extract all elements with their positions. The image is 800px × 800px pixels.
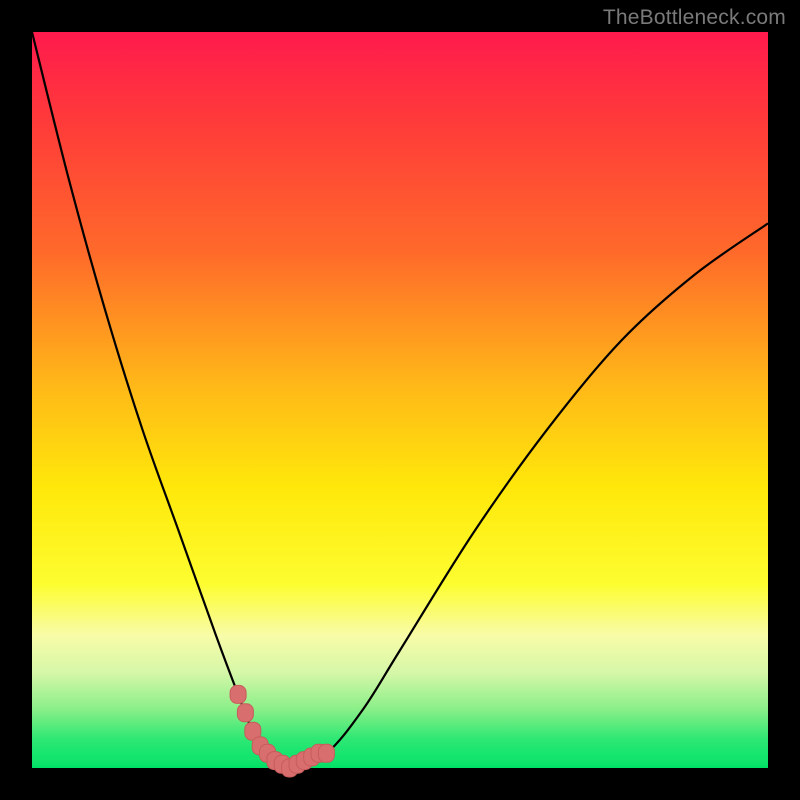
highlight-marker (318, 744, 334, 762)
highlight-markers (230, 685, 334, 777)
plot-area (32, 32, 768, 768)
watermark-text: TheBottleneck.com (603, 6, 786, 30)
chart-frame: TheBottleneck.com (0, 0, 800, 800)
highlight-marker (237, 704, 253, 722)
curve-layer (32, 32, 768, 768)
highlight-marker (230, 685, 246, 703)
bottleneck-curve (32, 32, 768, 768)
